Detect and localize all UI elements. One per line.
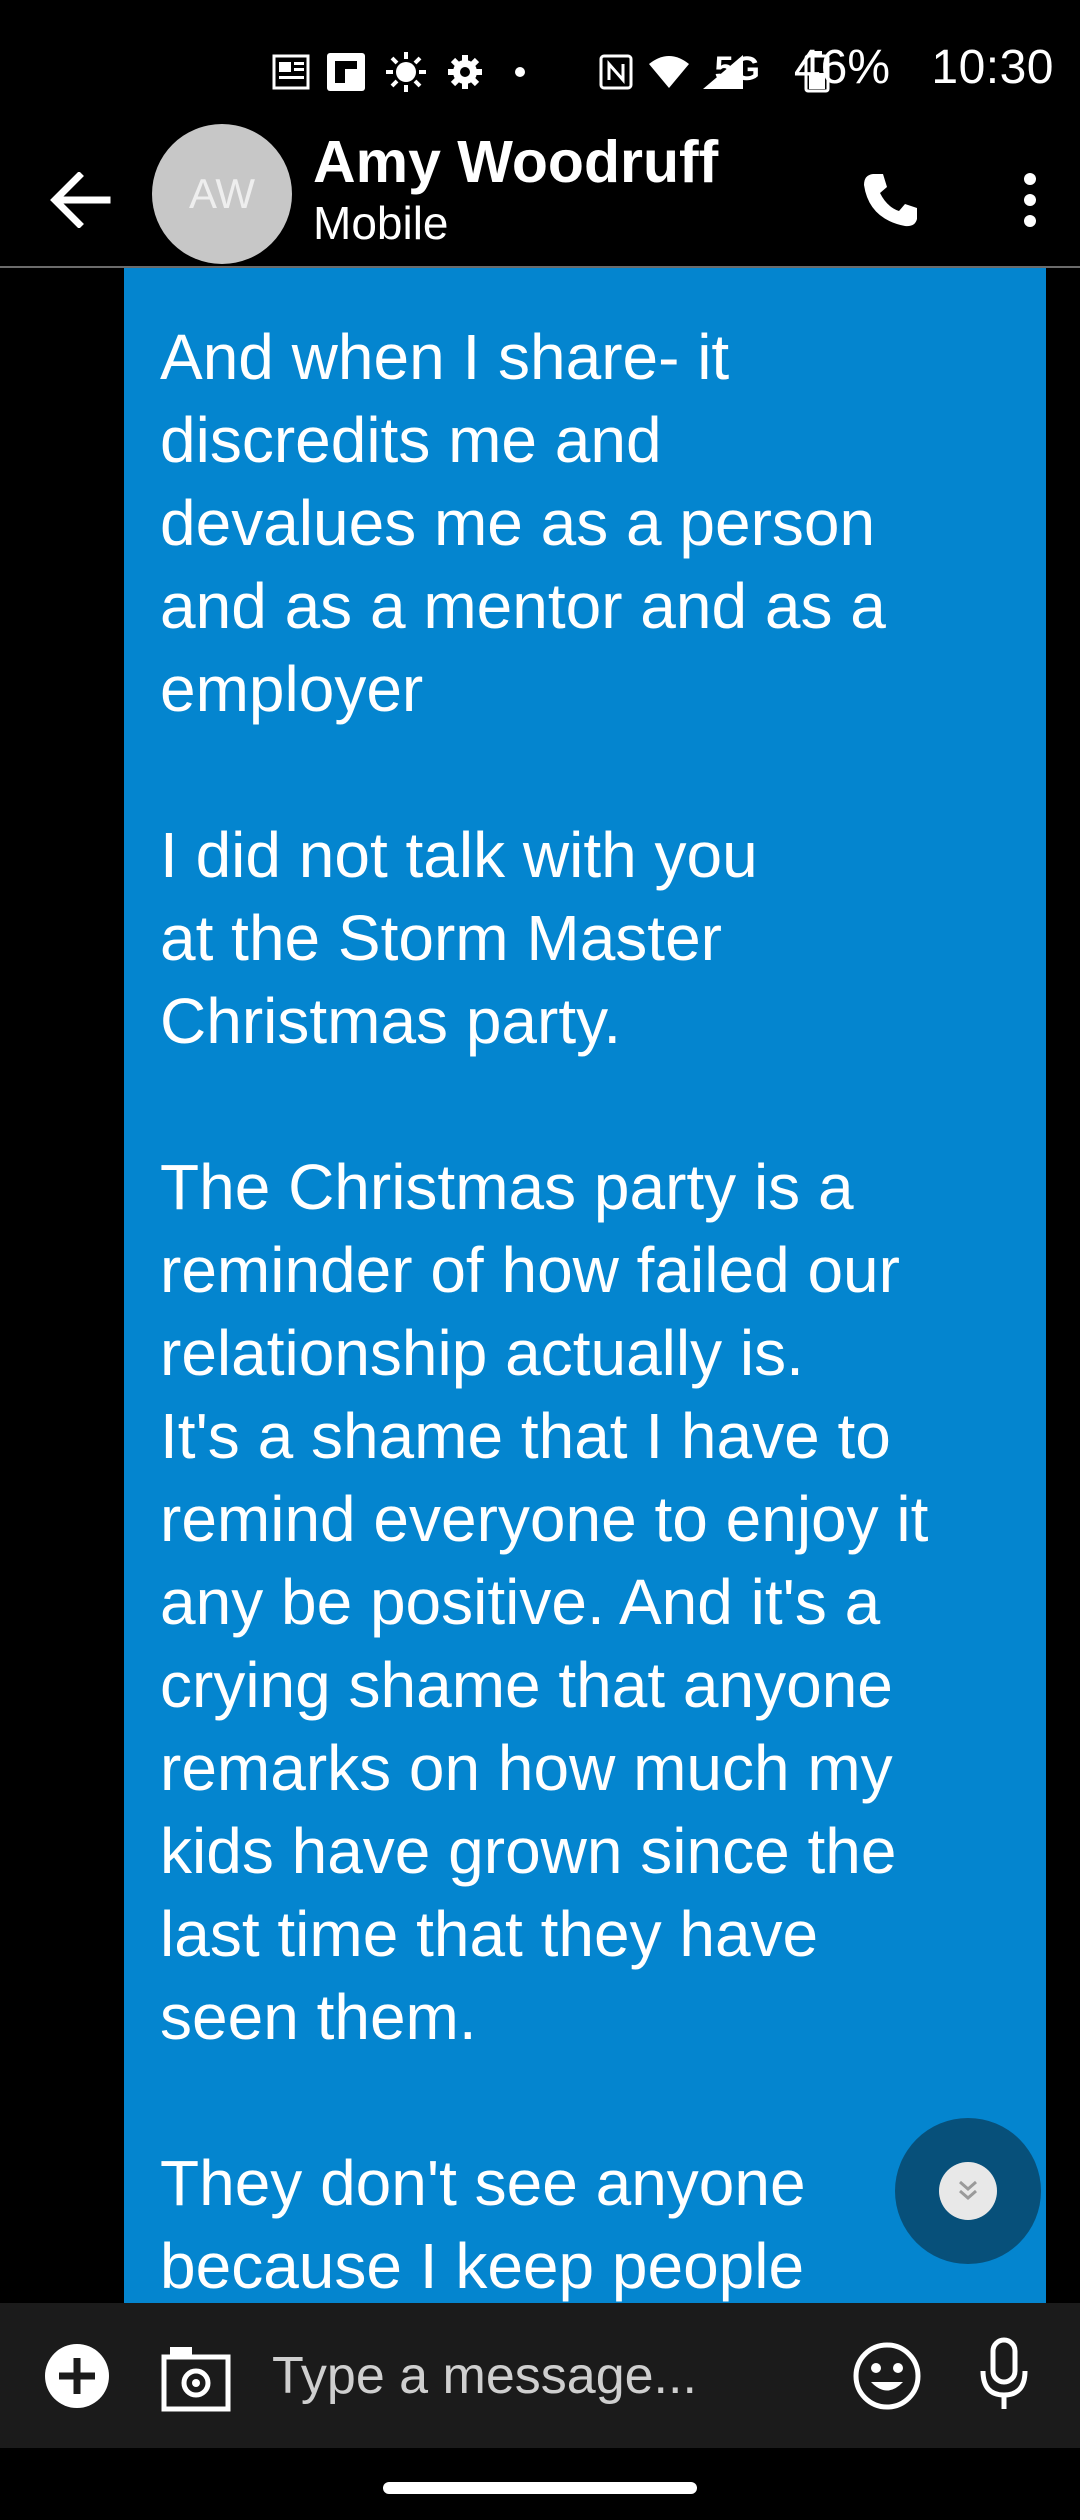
message-list[interactable]: And when I share- it discredits me and d… <box>0 268 1080 2303</box>
battery-percent: 46% <box>793 41 890 94</box>
network-label: 5G <box>714 50 760 88</box>
flipboard-icon <box>326 42 366 102</box>
attach-button[interactable] <box>42 2341 112 2411</box>
wifi-icon <box>646 42 692 102</box>
outgoing-message-bubble[interactable]: And when I share- it discredits me and d… <box>124 268 1046 2303</box>
message-input[interactable] <box>272 2341 832 2411</box>
camera-icon <box>161 2347 231 2412</box>
home-gesture-pill[interactable] <box>383 2482 697 2494</box>
emoji-icon <box>853 2342 921 2410</box>
nfc-icon <box>598 42 634 102</box>
system-nav-bar <box>0 2448 1080 2520</box>
call-button[interactable] <box>850 160 930 240</box>
brightness-icon <box>384 42 428 102</box>
more-options-button[interactable] <box>1000 160 1060 240</box>
dot-icon <box>512 42 528 102</box>
emoji-button[interactable] <box>852 2341 922 2411</box>
status-time: 10:30 <box>931 41 1054 94</box>
message-text: And when I share- it discredits me and d… <box>160 321 929 2302</box>
voice-input-button[interactable] <box>978 2337 1038 2417</box>
contact-number-type: Mobile <box>313 197 449 249</box>
scroll-to-bottom-button[interactable] <box>895 2118 1041 2264</box>
settings-icon <box>446 42 484 102</box>
mic-icon <box>980 2337 1028 2409</box>
back-button[interactable] <box>40 160 120 240</box>
conversation-header: AW Amy Woodruff Mobile <box>0 124 1080 268</box>
status-bar: 5G 46% 10:30 <box>0 0 1080 130</box>
phone-icon <box>864 174 917 227</box>
contact-name[interactable]: Amy Woodruff <box>313 128 718 196</box>
chevron-double-down-icon <box>959 2180 977 2200</box>
news-icon <box>272 42 310 102</box>
add-circle-icon <box>45 2344 109 2408</box>
back-arrow-icon <box>50 172 111 228</box>
camera-button[interactable] <box>160 2343 232 2413</box>
avatar[interactable]: AW <box>152 124 292 264</box>
more-vert-icon <box>1024 173 1036 227</box>
message-composer <box>0 2303 1080 2448</box>
